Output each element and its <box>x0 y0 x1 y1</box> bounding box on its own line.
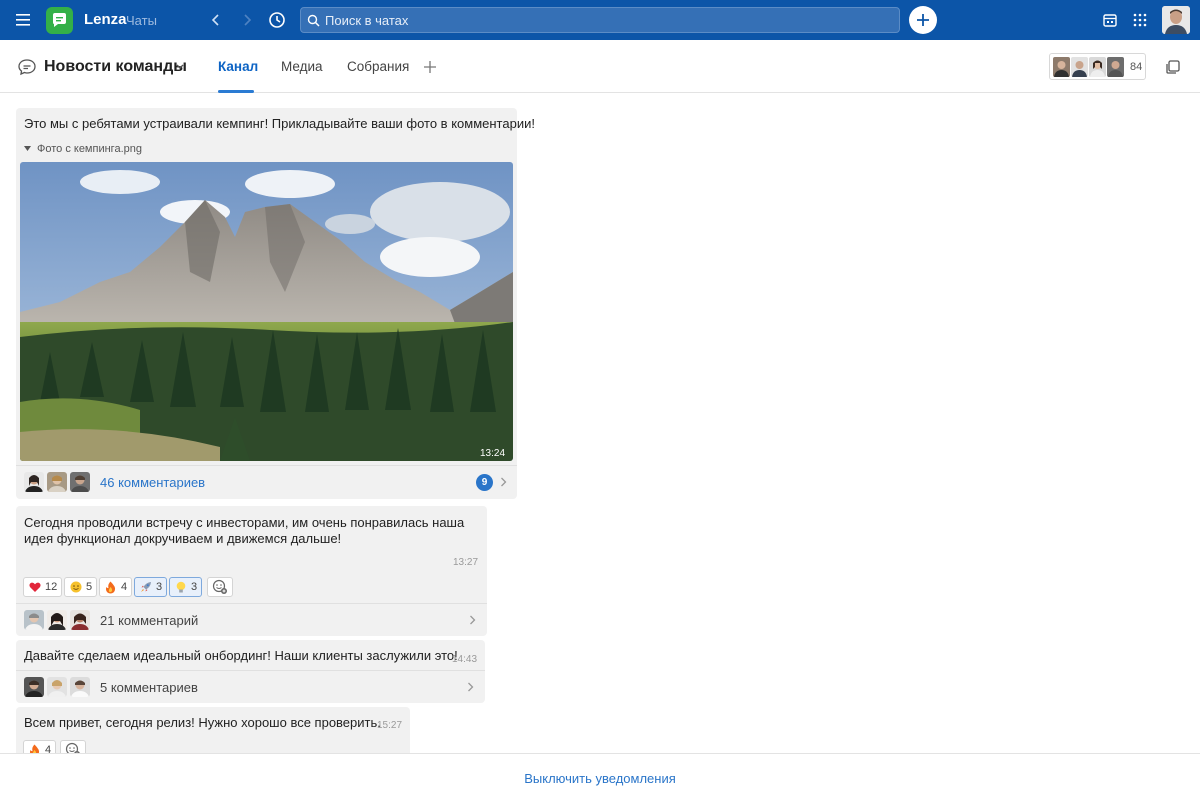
chevron-right-icon[interactable] <box>467 682 474 692</box>
commenter-avatar <box>24 610 44 630</box>
heart-icon <box>28 581 41 594</box>
message-timestamp: 13:27 <box>453 557 479 568</box>
member-avatar <box>1089 56 1106 77</box>
commenter-avatar <box>24 472 44 492</box>
reaction-fire[interactable]: 4 <box>99 577 133 597</box>
commenter-avatar <box>47 610 67 630</box>
footer-bar: Выключить уведомления <box>0 753 1200 800</box>
attachment-file-name[interactable]: Фото с кемпинга.png <box>37 143 142 155</box>
tab-meetings[interactable]: Собрания <box>347 59 409 74</box>
lightbulb-icon <box>174 581 187 594</box>
reaction-rocket[interactable]: 3 <box>134 577 168 597</box>
back-icon[interactable] <box>207 11 225 29</box>
add-reaction-button[interactable] <box>207 577 233 597</box>
active-tab-indicator <box>218 90 254 93</box>
channel-chat-icon <box>17 57 37 77</box>
channel-title[interactable]: Новости команды <box>44 58 187 76</box>
member-count: 84 <box>1130 60 1143 73</box>
search-icon <box>307 14 320 27</box>
app-section-label: Чаты <box>126 13 157 28</box>
comments-count[interactable]: 21 комментарий <box>100 613 198 628</box>
rocket-icon <box>139 581 152 594</box>
thread-comments-row[interactable]: 21 комментарий <box>16 604 487 636</box>
message-text: Всем привет, сегодня релиз! Нужно хорошо… <box>24 715 381 730</box>
calendar-icon[interactable] <box>1102 12 1118 28</box>
history-icon[interactable] <box>267 10 287 30</box>
channel-header: Новости команды Канал Медиа Собрания 84 <box>0 40 1200 93</box>
reaction-smile[interactable]: 5 <box>64 577 98 597</box>
commenter-avatar <box>70 677 90 697</box>
add-tab-icon[interactable] <box>422 59 438 75</box>
chevron-right-icon[interactable] <box>500 477 507 487</box>
menu-icon[interactable] <box>14 11 34 29</box>
commenter-avatar <box>70 610 90 630</box>
reaction-count: 3 <box>191 581 198 593</box>
side-panel-icon[interactable] <box>1165 59 1181 75</box>
chevron-right-icon[interactable] <box>469 615 476 625</box>
message-timestamp: 15:27 <box>377 720 403 731</box>
new-chat-button[interactable] <box>909 6 937 34</box>
reaction-bulb[interactable]: 3 <box>169 577 203 597</box>
comments-count[interactable]: 46 комментариев <box>100 475 205 490</box>
smile-icon <box>69 581 82 594</box>
tab-media[interactable]: Медиа <box>281 59 323 74</box>
commenter-avatar <box>47 472 67 492</box>
members-button[interactable]: 84 <box>1049 53 1146 80</box>
reaction-count: 4 <box>121 581 128 593</box>
commenter-avatar <box>47 677 67 697</box>
caret-down-icon[interactable] <box>24 146 31 151</box>
search-box[interactable] <box>300 7 900 33</box>
member-avatar <box>1053 56 1070 77</box>
message-text: Давайте сделаем идеальный онбординг! Наш… <box>24 648 458 663</box>
reaction-heart[interactable]: 12 <box>23 577 63 597</box>
apps-grid-icon[interactable] <box>1132 12 1148 28</box>
message-timestamp: 14:43 <box>452 654 478 665</box>
thread-comments-row[interactable]: 46 комментариев <box>16 466 517 498</box>
unread-badge: 9 <box>476 474 493 491</box>
member-avatar <box>1071 56 1088 77</box>
commenter-avatar <box>70 472 90 492</box>
commenter-avatar <box>24 677 44 697</box>
app-name: Lenza <box>84 11 127 28</box>
chat-logo-icon[interactable] <box>46 7 73 34</box>
fire-icon <box>104 581 117 594</box>
mute-notifications-link[interactable]: Выключить уведомления <box>0 771 1200 786</box>
reaction-count: 3 <box>156 581 163 593</box>
top-bar: Lenza Чаты <box>0 0 1200 40</box>
message-text: Сегодня проводили встречу с инвесторами,… <box>24 515 465 546</box>
tab-channel[interactable]: Канал <box>218 59 258 74</box>
add-emoji-icon <box>212 579 228 595</box>
attached-photo[interactable] <box>20 162 513 461</box>
search-input[interactable] <box>325 12 885 28</box>
thread-comments-row[interactable]: 5 комментариев <box>16 671 485 703</box>
reaction-count: 5 <box>86 581 93 593</box>
reaction-count: 12 <box>45 581 58 593</box>
photo-timestamp: 13:24 <box>480 448 506 459</box>
plus-icon <box>915 12 931 28</box>
chevron-down-icon[interactable] <box>175 63 185 71</box>
member-avatar <box>1107 56 1124 77</box>
forward-icon <box>238 11 256 29</box>
user-avatar[interactable] <box>1162 6 1190 34</box>
comments-count[interactable]: 5 комментариев <box>100 680 198 695</box>
message-text: Это мы с ребятами устраивали кемпинг! Пр… <box>24 116 535 131</box>
